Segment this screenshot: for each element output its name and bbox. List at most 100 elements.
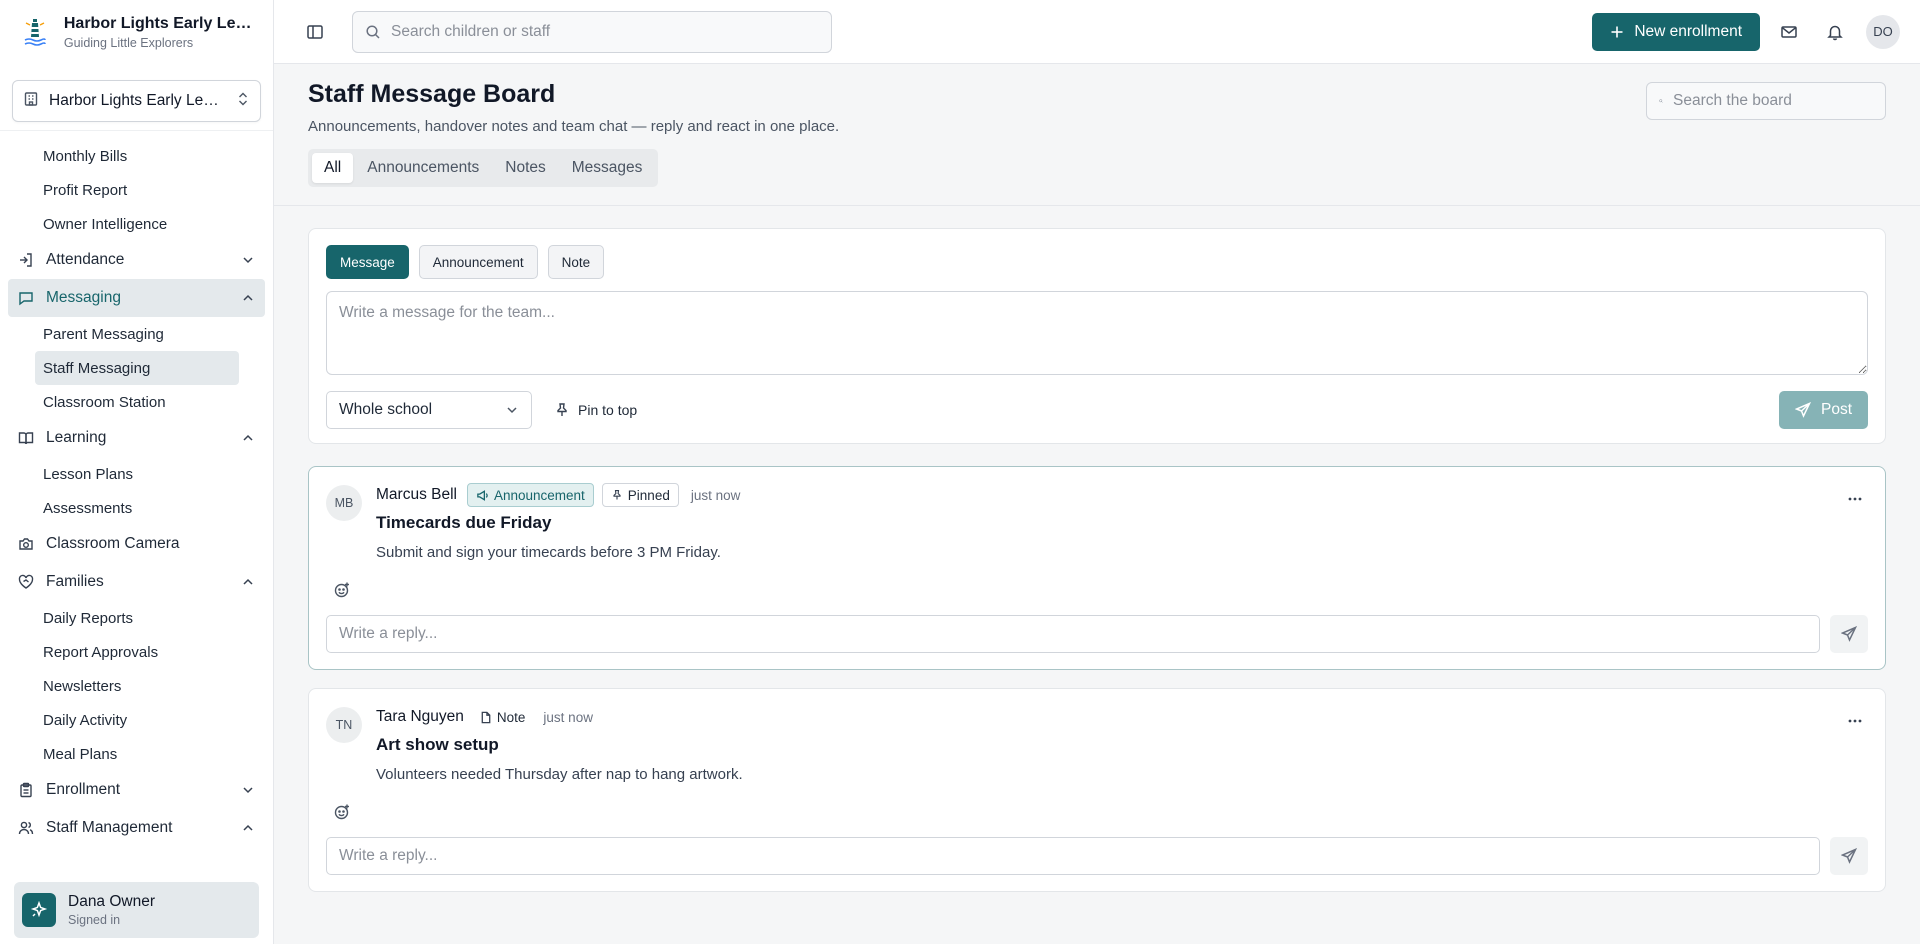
- sidebar-item-classroom-station[interactable]: Classroom Station: [0, 385, 273, 419]
- tab-announcements[interactable]: Announcements: [355, 153, 491, 183]
- type-announcement-button[interactable]: Announcement: [418, 245, 538, 279]
- pinned-badge: Pinned: [601, 483, 679, 507]
- board-search[interactable]: [1646, 82, 1886, 120]
- tab-all[interactable]: All: [312, 153, 354, 183]
- sidebar-group-classroom-camera[interactable]: Classroom Camera: [8, 525, 265, 563]
- sidebar-item-assessments[interactable]: Assessments: [0, 491, 273, 525]
- chevron-up-icon: [243, 434, 253, 441]
- add-reaction-icon[interactable]: [333, 803, 355, 825]
- sidebar-group-families[interactable]: Families: [8, 563, 265, 601]
- sidebar-group-attendance[interactable]: Attendance: [8, 241, 265, 279]
- sidebar-item-parent-messaging[interactable]: Parent Messaging: [0, 317, 273, 351]
- post-author: Tara Nguyen: [376, 708, 464, 725]
- login-arrow-icon: [20, 253, 32, 267]
- clipboard-icon: [20, 782, 32, 798]
- chevron-down-icon: [243, 257, 253, 264]
- brand-header: Harbor Lights Early Learn... Guiding Lit…: [0, 0, 273, 64]
- sidebar-item-lesson-plans[interactable]: Lesson Plans: [0, 457, 273, 491]
- note-badge: Note: [473, 705, 532, 729]
- board-search-input[interactable]: [1673, 92, 1873, 110]
- user-name: Dana Owner: [68, 893, 156, 910]
- post-card: TN Tara Nguyen Note just now Art show se…: [308, 688, 1886, 892]
- more-options-icon[interactable]: [1847, 491, 1863, 511]
- building-icon: [23, 91, 39, 111]
- lighthouse-logo-icon: [20, 15, 50, 49]
- message-textarea[interactable]: [326, 291, 1868, 375]
- pinned-badge-label: Pinned: [627, 487, 670, 503]
- sidebar-group-messaging[interactable]: Messaging: [8, 279, 265, 317]
- tab-notes[interactable]: Notes: [493, 153, 558, 183]
- send-reply-button[interactable]: [1830, 837, 1868, 875]
- sidebar-group-label: Families: [46, 573, 104, 590]
- sidebar-item-owner-intelligence[interactable]: Owner Intelligence: [0, 207, 273, 241]
- pin-icon: [613, 489, 621, 500]
- post-title: Art show setup: [376, 735, 499, 754]
- sidebar-group-label: Staff Management: [46, 819, 173, 836]
- author-avatar: TN: [326, 707, 362, 743]
- sidebar-group-learning[interactable]: Learning: [8, 419, 265, 457]
- message-square-icon: [19, 292, 33, 306]
- add-reaction-icon[interactable]: [333, 581, 355, 603]
- sidebar-item-profit-report[interactable]: Profit Report: [0, 173, 273, 207]
- type-note-button[interactable]: Note: [547, 245, 605, 279]
- account-avatar[interactable]: DO: [1866, 14, 1900, 49]
- reply-input[interactable]: [326, 837, 1820, 875]
- chevron-up-icon: [243, 294, 253, 301]
- sidebar: Harbor Lights Early Learn... Guiding Lit…: [0, 0, 274, 944]
- post-time: just now: [690, 487, 741, 503]
- reply-row: [326, 615, 1868, 653]
- tab-messages[interactable]: Messages: [560, 153, 655, 183]
- sidebar-item-newsletters[interactable]: Newsletters: [0, 669, 273, 703]
- user-card[interactable]: Dana Owner Signed in: [14, 882, 259, 938]
- bell-icon[interactable]: [1820, 17, 1850, 47]
- sidebar-item-monthly-bills[interactable]: Monthly Bills: [0, 139, 273, 173]
- chevron-up-icon: [243, 578, 253, 585]
- composer-footer: Whole school Pin to top Post: [326, 391, 1868, 429]
- sidebar-item-daily-activity[interactable]: Daily Activity: [0, 703, 273, 737]
- more-options-icon[interactable]: [1847, 713, 1863, 733]
- audience-select[interactable]: Whole school: [326, 391, 532, 429]
- board-tabs: All Announcements Notes Messages: [308, 149, 659, 187]
- post-title: Timecards due Friday: [376, 513, 552, 532]
- post-button-label: Post: [1820, 401, 1852, 418]
- reply-input[interactable]: [326, 615, 1820, 653]
- sidebar-nav: Monthly Bills Profit Report Owner Intell…: [0, 130, 273, 944]
- chevron-down-icon: [507, 407, 517, 414]
- reply-row: [326, 837, 1868, 875]
- send-icon: [1841, 626, 1857, 642]
- app-root: Harbor Lights Early Learn... Guiding Lit…: [0, 0, 1920, 944]
- sidebar-group-enrollment[interactable]: Enrollment: [8, 771, 265, 809]
- main-area: New enrollment DO Staff Message Board An…: [274, 0, 1920, 944]
- user-status: Signed in: [68, 913, 121, 927]
- audience-select-value: Whole school: [339, 401, 433, 418]
- file-icon: [481, 711, 491, 723]
- post-button[interactable]: Post: [1778, 391, 1868, 429]
- heart-handshake-icon: [18, 574, 34, 589]
- brand-subtitle: Guiding Little Explorers: [63, 35, 194, 50]
- camera-icon: [19, 538, 33, 550]
- page-description: Announcements, handover notes and team c…: [308, 118, 840, 135]
- book-open-icon: [18, 432, 34, 445]
- sidebar-item-meal-plans[interactable]: Meal Plans: [0, 737, 273, 771]
- mail-icon[interactable]: [1774, 17, 1804, 47]
- sidebar-group-label: Attendance: [46, 251, 125, 268]
- post-meta: Tara Nguyen Note just now: [376, 705, 1868, 729]
- post-card: MB Marcus Bell Announcement Pinned just …: [308, 466, 1886, 670]
- sidebar-group-label: Classroom Camera: [46, 535, 180, 552]
- sidebar-group-staff-management[interactable]: Staff Management: [8, 809, 265, 847]
- sidebar-item-staff-messaging[interactable]: Staff Messaging: [35, 351, 239, 385]
- global-search[interactable]: [352, 10, 832, 53]
- send-reply-button[interactable]: [1830, 615, 1868, 653]
- chevron-down-icon: [243, 787, 253, 794]
- sidebar-item-report-approvals[interactable]: Report Approvals: [0, 635, 273, 669]
- pin-to-top-toggle[interactable]: Pin to top: [554, 402, 637, 418]
- sidebar-item-daily-reports[interactable]: Daily Reports: [0, 601, 273, 635]
- search-icon: [1659, 99, 1663, 103]
- school-selector[interactable]: Harbor Lights Early Lear...: [12, 80, 261, 122]
- chevron-up-icon: [243, 824, 253, 831]
- new-enrollment-button[interactable]: New enrollment: [1592, 12, 1760, 51]
- author-avatar: MB: [326, 485, 362, 521]
- type-message-button[interactable]: Message: [326, 245, 409, 279]
- sidebar-toggle-icon[interactable]: [300, 17, 330, 47]
- global-search-input[interactable]: [391, 22, 819, 41]
